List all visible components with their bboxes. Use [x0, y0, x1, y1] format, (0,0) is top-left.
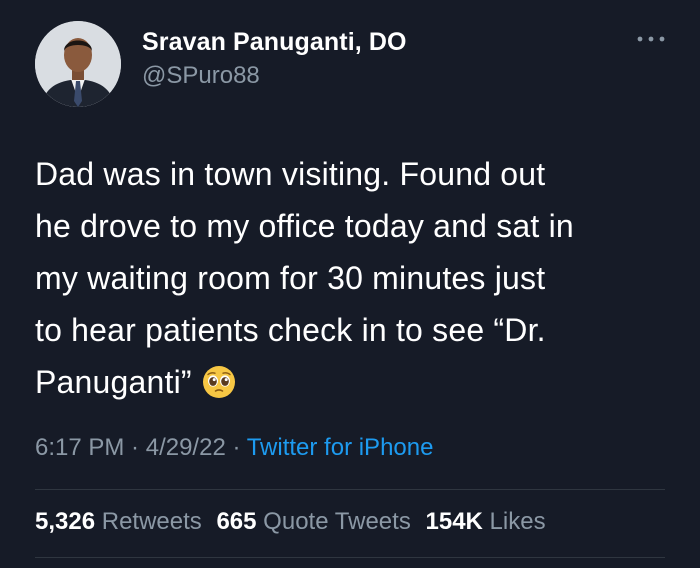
tweet-source[interactable]: Twitter for iPhone [247, 434, 434, 461]
author-handle[interactable]: @SPuro88 [142, 62, 260, 90]
retweets-count: 5,326 [35, 508, 96, 535]
divider [35, 557, 665, 558]
retweets-label: Retweets [101, 508, 202, 535]
tweet-card: Sravan Panuganti, DO @SPuro88 Dad was in… [0, 0, 700, 568]
quote-tweets-stat[interactable]: 665 Quote Tweets [216, 508, 410, 535]
tweet-text-line: Dad was in town visiting. Found out [35, 156, 546, 192]
meta-separator: · [124, 434, 146, 461]
meta-separator: · [225, 434, 247, 461]
pleading-face-emoji [202, 362, 236, 398]
tweet-stats: 5,326 Retweets 665 Quote Tweets 154K Lik… [35, 508, 554, 536]
tweet-text-line: my waiting room for 30 minutes just [35, 260, 546, 296]
avatar[interactable] [35, 21, 121, 107]
tweet-text-line: he drove to my office today and sat in [35, 208, 574, 244]
more-horizontal-icon[interactable] [634, 30, 668, 48]
likes-count: 154K [425, 508, 483, 535]
tweet-text-line: to hear patients check in to see “Dr. [35, 312, 546, 348]
quote-tweets-label: Quote Tweets [263, 508, 411, 535]
likes-label: Likes [489, 508, 546, 535]
tweet-text-line: Panuganti” [35, 364, 192, 400]
author-name[interactable]: Sravan Panuganti, DO [142, 28, 407, 57]
likes-stat[interactable]: 154K Likes [426, 508, 546, 535]
tweet-text-line-last: Panuganti” [35, 356, 675, 408]
tweet-date[interactable]: 4/29/22 [146, 434, 226, 461]
divider [35, 489, 665, 490]
quote-tweets-count: 665 [216, 508, 257, 535]
tweet-text: Dad was in town visiting. Found out he d… [35, 148, 675, 408]
retweets-stat[interactable]: 5,326 Retweets [35, 508, 202, 535]
tweet-time[interactable]: 6:17 PM [35, 434, 124, 461]
tweet-meta: 6:17 PM · 4/29/22 · Twitter for iPhone [35, 434, 433, 462]
